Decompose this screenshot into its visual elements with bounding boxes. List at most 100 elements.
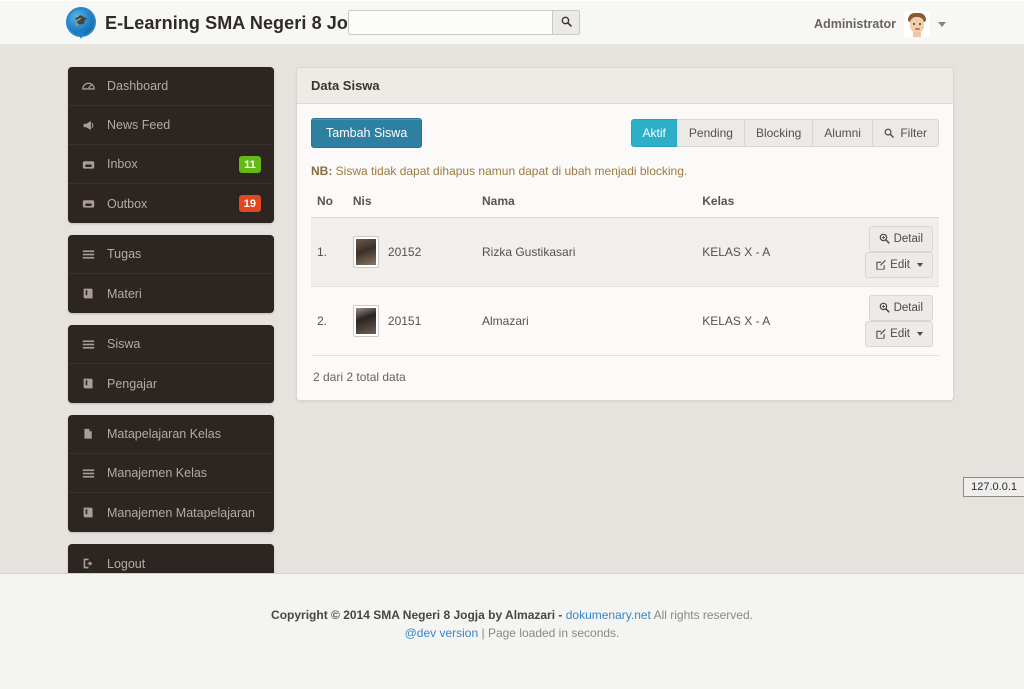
- dev-version-link[interactable]: @dev version: [405, 626, 479, 640]
- header-actions: [799, 188, 939, 218]
- inbox-icon: [82, 197, 102, 210]
- header-nama: Nama: [476, 188, 697, 218]
- caret-down-icon: [917, 263, 923, 267]
- inbox-icon: [82, 158, 102, 171]
- sidebar-item-tugas[interactable]: Tugas: [68, 235, 274, 274]
- nis-value: 20152: [387, 245, 422, 259]
- chevron-down-icon: [938, 21, 946, 27]
- table-header-row: No Nis Nama Kelas: [311, 188, 939, 218]
- footer-copyright: Copyright © 2014 SMA Negeri 8 Jogja by A…: [0, 608, 1024, 622]
- tab-pending[interactable]: Pending: [676, 119, 744, 147]
- student-photo: [352, 236, 379, 268]
- browser-status-bubble: 127.0.0.1: [963, 477, 1024, 497]
- sidebar-item-manajemen-matapelajaran[interactable]: Manajemen Matapelajaran: [68, 493, 274, 532]
- sidebar-item-news-feed[interactable]: News Feed: [68, 106, 274, 145]
- footer: Copyright © 2014 SMA Negeri 8 Jogja by A…: [0, 573, 1024, 689]
- search-icon: [884, 126, 897, 140]
- siswa-table: No Nis Nama Kelas 1. 20152 Rizka Gustika…: [311, 188, 939, 356]
- sidebar-item-label: Logout: [107, 556, 146, 571]
- search-icon: [561, 16, 572, 30]
- cell-kelas: KELAS X - A: [696, 217, 800, 287]
- avatar: [904, 11, 930, 37]
- add-siswa-button[interactable]: Tambah Siswa: [311, 118, 423, 148]
- cell-actions: Detail Edit: [799, 217, 939, 287]
- page-title: Data Siswa: [297, 68, 953, 104]
- edit-button[interactable]: Edit: [865, 252, 933, 278]
- table-row[interactable]: 2. 20151 Almazari KELAS X - A Detail Edi…: [311, 286, 939, 356]
- sidebar-item-label: Materi: [107, 286, 142, 301]
- sidebar-badge-inbox: 11: [239, 156, 261, 173]
- sidebar-item-dashboard[interactable]: Dashboard: [68, 67, 274, 106]
- sidebar-item-label: Pengajar: [107, 376, 158, 391]
- header-nis: Nis: [346, 188, 476, 218]
- navbar-search: [348, 10, 580, 35]
- user-menu[interactable]: Administrator: [814, 11, 946, 37]
- cell-kelas: KELAS X - A: [696, 286, 800, 356]
- edit-button[interactable]: Edit: [865, 321, 933, 347]
- tab-blocking[interactable]: Blocking: [743, 119, 813, 147]
- cell-nis: 20151: [346, 286, 476, 356]
- detail-button[interactable]: Detail: [868, 295, 933, 321]
- sidebar-item-outbox[interactable]: Outbox 19: [68, 184, 274, 223]
- detail-label: Detail: [893, 302, 923, 314]
- bullhorn-icon: [82, 119, 102, 132]
- site-link[interactable]: dokumenary.net: [566, 608, 651, 622]
- note-body: Siswa tidak dapat dihapus namun dapat di…: [335, 164, 688, 178]
- tab-aktif[interactable]: Aktif: [630, 119, 677, 147]
- cell-no: 2.: [311, 286, 347, 356]
- student-photo: [352, 305, 379, 337]
- file-copy-icon: [82, 428, 102, 441]
- detail-label: Detail: [893, 233, 923, 245]
- status-filter-tabs: Aktif Pending Blocking Alumni Filter: [630, 119, 939, 147]
- search-plus-icon: [879, 302, 890, 314]
- sidebar-item-label: Manajemen Matapelajaran: [107, 505, 256, 520]
- sidebar-group-1: Dashboard News Feed Inbox 11 Outbox 19: [68, 67, 274, 223]
- data-siswa-panel: Data Siswa Tambah Siswa Aktif Pending Bl…: [296, 67, 954, 401]
- tab-alumni[interactable]: Alumni: [812, 119, 872, 147]
- footer-dev-line: @dev version | Page loaded in seconds.: [0, 626, 1024, 640]
- sidebar-item-materi[interactable]: Materi: [68, 274, 274, 313]
- footer-separator: |: [478, 626, 488, 640]
- sign-out-icon: [82, 557, 102, 570]
- sidebar-item-label: Matapelajaran Kelas: [107, 427, 221, 441]
- dashboard-icon: [82, 80, 102, 93]
- table-row[interactable]: 1. 20152 Rizka Gustikasari KELAS X - A D…: [311, 217, 939, 287]
- sidebar-item-siswa[interactable]: Siswa: [68, 325, 274, 364]
- search-input[interactable]: [348, 10, 553, 35]
- nis-value: 20151: [387, 314, 422, 328]
- cell-nama: Almazari: [476, 286, 697, 356]
- user-name: Administrator: [814, 17, 896, 31]
- sidebar-item-manajemen-kelas[interactable]: Manajemen Kelas: [68, 454, 274, 493]
- sidebar-item-label: Siswa: [107, 337, 141, 351]
- graduation-cap-pin-logo-icon: 🎓: [66, 7, 96, 39]
- sidebar-item-matapelajaran-kelas[interactable]: Matapelajaran Kelas: [68, 415, 274, 454]
- detail-button[interactable]: Detail: [868, 226, 933, 252]
- sidebar-group-4: Matapelajaran Kelas Manajemen Kelas Mana…: [68, 415, 274, 532]
- sidebar-group-3: Siswa Pengajar: [68, 325, 274, 403]
- list-icon: [82, 467, 102, 480]
- caret-down-icon: [917, 332, 923, 336]
- footer-rights-text: All rights reserved.: [650, 608, 753, 622]
- content-area: Dashboard News Feed Inbox 11 Outbox 19 T…: [0, 49, 1024, 583]
- cell-nis: 20152: [346, 217, 476, 287]
- header-no: No: [311, 188, 347, 218]
- sidebar-item-label: News Feed: [107, 118, 171, 132]
- brand-title: E-Learning SMA Negeri 8 Jogja: [105, 12, 375, 33]
- cell-nama: Rizka Gustikasari: [476, 217, 697, 287]
- sidebar-item-pengajar[interactable]: Pengajar: [68, 364, 274, 403]
- total-data-text: 2 dari 2 total data: [313, 370, 406, 384]
- note-prefix: NB:: [311, 164, 333, 178]
- sidebar: Dashboard News Feed Inbox 11 Outbox 19 T…: [68, 67, 274, 595]
- sidebar-item-inbox[interactable]: Inbox 11: [68, 145, 274, 184]
- filter-button[interactable]: Filter: [871, 119, 939, 147]
- brand[interactable]: 🎓 E-Learning SMA Negeri 8 Jogja: [66, 7, 374, 39]
- pencil-square-icon: [875, 328, 886, 340]
- cell-no: 1.: [311, 217, 347, 287]
- list-icon: [82, 338, 102, 351]
- sidebar-item-label: Dashboard: [107, 79, 169, 93]
- search-button[interactable]: [553, 10, 580, 35]
- pencil-square-icon: [875, 259, 886, 271]
- footer-copyright-text: Copyright © 2014 SMA Negeri 8 Jogja by A…: [271, 608, 566, 622]
- toolbar: Tambah Siswa Aktif Pending Blocking Alum…: [311, 118, 939, 148]
- panel-body: Tambah Siswa Aktif Pending Blocking Alum…: [297, 104, 953, 400]
